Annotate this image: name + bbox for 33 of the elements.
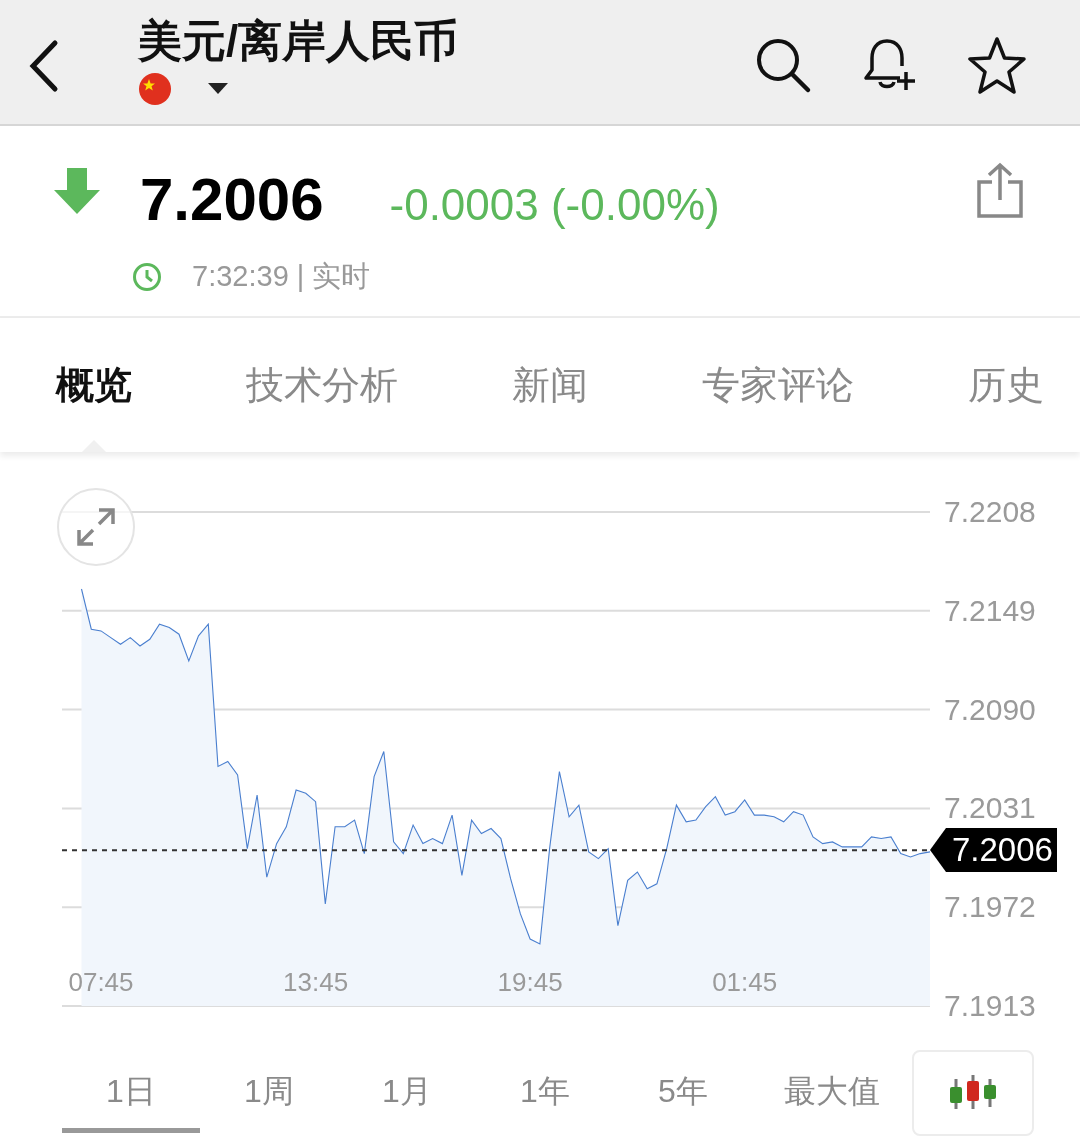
dropdown-caret-icon[interactable] [208, 83, 228, 95]
range-tab[interactable]: 1月 [338, 1053, 476, 1133]
expand-icon [75, 506, 117, 548]
tab[interactable]: 技术分析 [246, 360, 398, 410]
y-axis-label: 7.2090 [944, 692, 1036, 726]
tab[interactable]: 历史 [968, 360, 1044, 410]
tab[interactable]: 概览 [56, 360, 132, 410]
y-axis-label: 7.2149 [944, 593, 1036, 627]
range-tab[interactable]: 1日 [62, 1053, 200, 1133]
range-tab[interactable]: 5年 [614, 1053, 752, 1133]
page-title: 美元/离岸人民币 [138, 15, 459, 67]
tab[interactable]: 专家评论 [702, 360, 854, 410]
share-icon[interactable] [976, 162, 1024, 218]
price-change: -0.0003 (-0.00%) [389, 179, 720, 231]
y-axis-label: 7.2031 [944, 791, 1036, 825]
candlestick-button[interactable] [912, 1050, 1034, 1136]
y-axis-label: 7.2208 [944, 495, 1036, 528]
search-icon[interactable] [754, 36, 812, 94]
clock-icon [132, 261, 162, 292]
x-axis-label: 19:45 [497, 967, 563, 997]
x-axis-label: 01:45 [712, 967, 778, 997]
range-tab[interactable]: 1周 [200, 1053, 338, 1133]
x-axis-label: 07:45 [68, 967, 134, 997]
y-axis-label: 7.1972 [944, 890, 1036, 924]
x-axis-label: 13:45 [283, 967, 349, 997]
range-tab[interactable]: 1年 [476, 1053, 614, 1133]
update-time: 7:32:39 | 实时 [192, 259, 371, 294]
tag-pointer-icon [930, 828, 946, 873]
range-tab[interactable]: 最大值 [752, 1053, 912, 1133]
current-price: 7.2006 [140, 165, 324, 235]
y-axis-label: 7.1913 [944, 989, 1036, 1022]
tab[interactable]: 新闻 [512, 360, 588, 410]
flag-icon [138, 72, 172, 106]
